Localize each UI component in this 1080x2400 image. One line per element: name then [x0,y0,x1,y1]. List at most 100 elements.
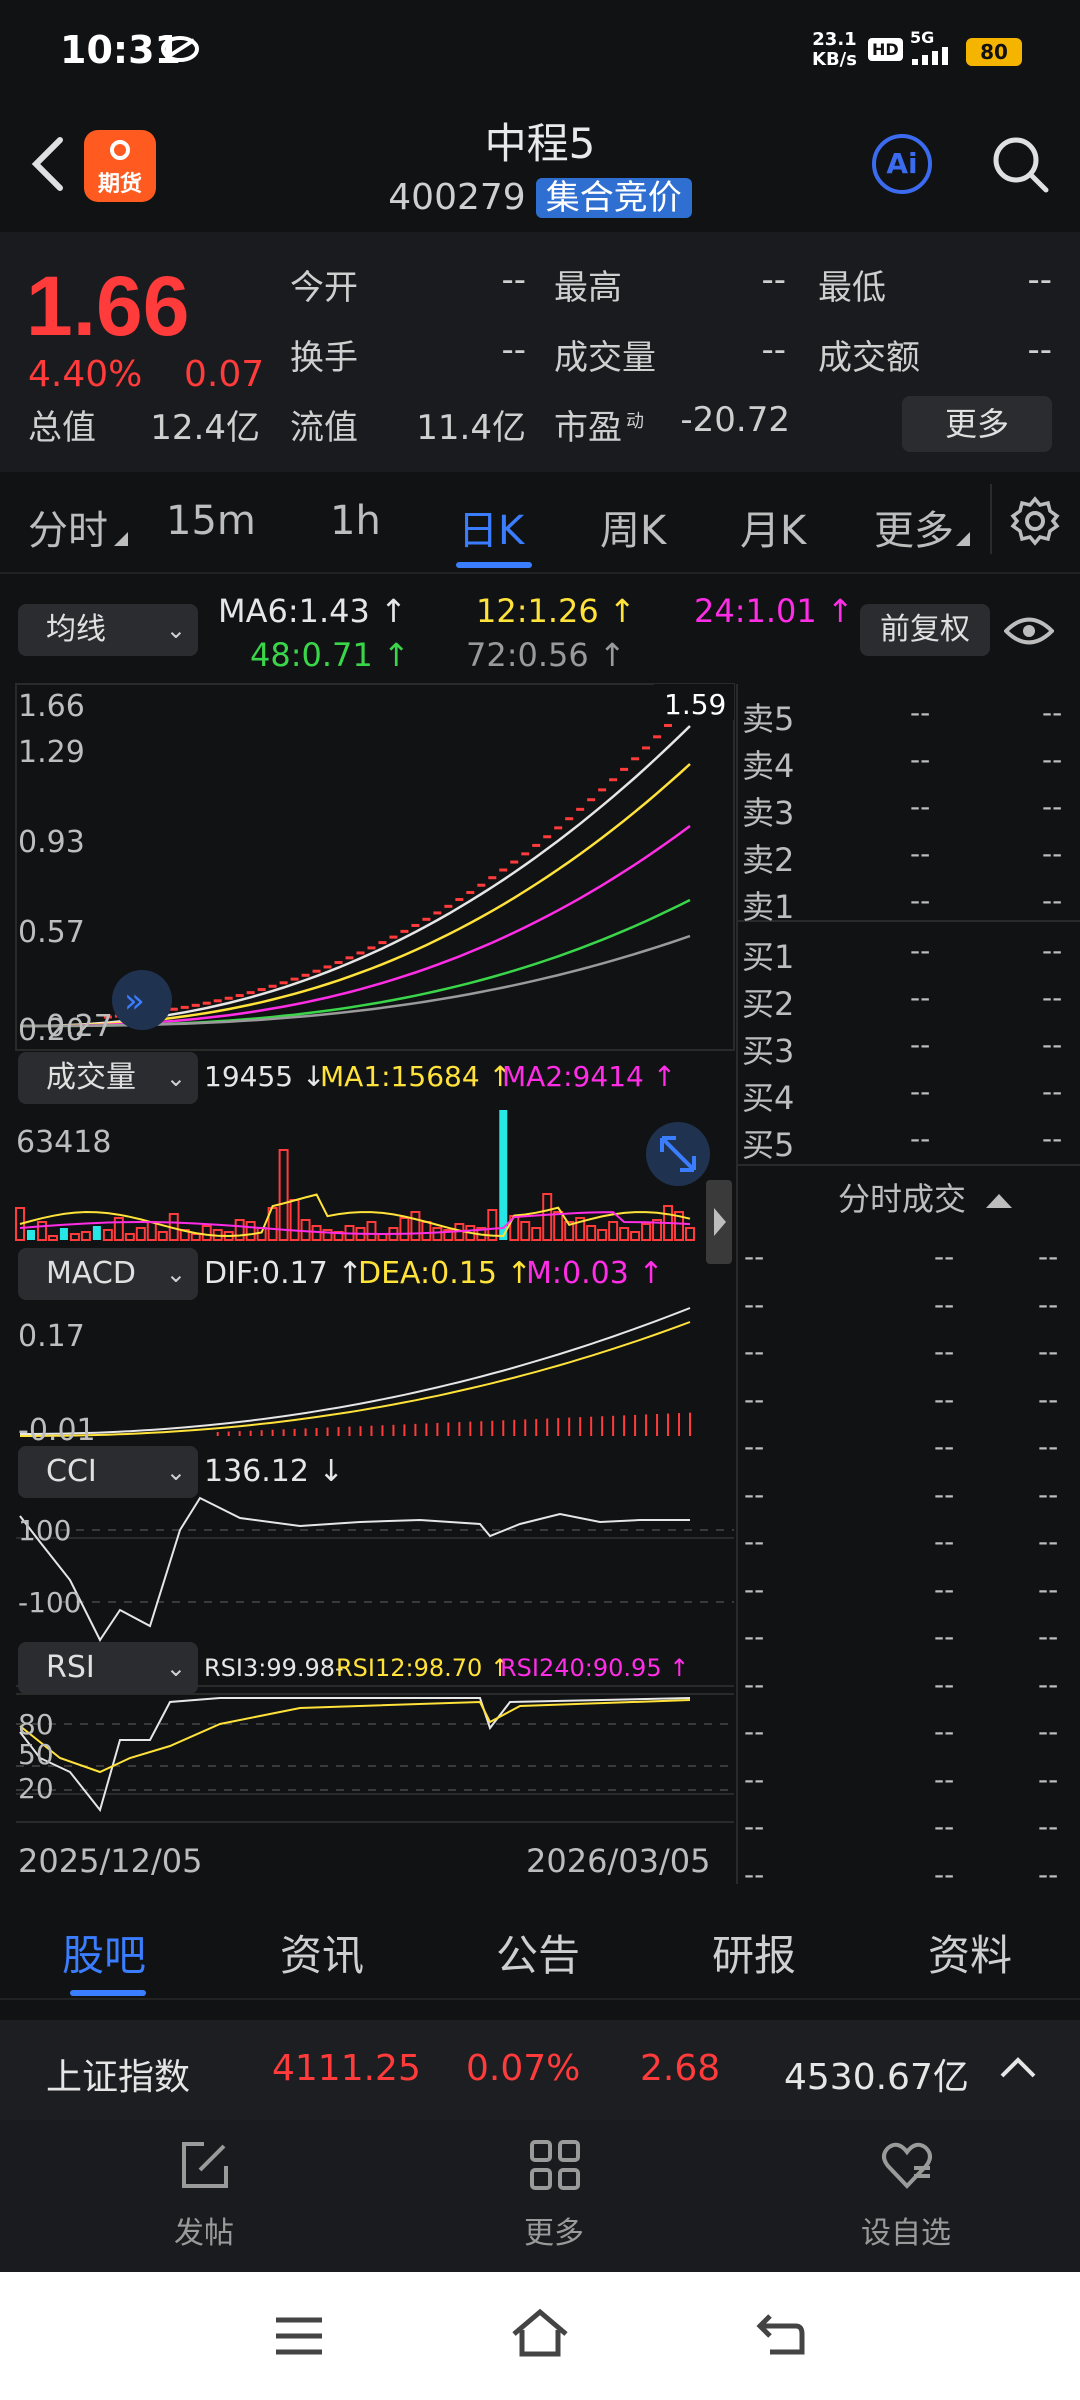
date-start: 2025/12/05 [18,1842,202,1880]
ma12-value: 12:1.26 ↑ [476,592,636,630]
expand-chart-button[interactable] [646,1122,710,1186]
trade-time: -- [744,1382,765,1416]
trade-price: -- [934,1287,955,1321]
menu-icon[interactable] [274,2316,324,2356]
index-ticker[interactable]: 上证指数 4111.25 0.07% 2.68 4530.67亿 [0,2020,1080,2120]
indicator-selector-volume[interactable]: 成交量 ⌄ [18,1052,198,1104]
system-nav-bar [0,2272,1080,2400]
bid-level-row[interactable]: 买1 -- -- [738,932,1080,976]
tab-1h[interactable]: 1h [330,498,381,544]
tab-more[interactable]: 更多 [874,498,954,556]
level-price: -- [910,981,931,1014]
chevron-up-icon[interactable] [1000,2056,1036,2078]
float-value: 11.4亿 [416,408,526,448]
tab-monthly-k[interactable]: 月K [740,498,806,556]
volume-bar [59,1228,68,1240]
volume-bar [553,1211,564,1241]
bid-level-row[interactable]: 买4 -- -- [738,1073,1080,1117]
trade-price: -- [934,1810,955,1843]
volume-bar [69,1233,80,1241]
price-adjust-button[interactable]: 前复权 [860,604,990,656]
cci-line [19,1496,690,1642]
volume-moving-averages [19,1193,691,1238]
ask-level-row[interactable]: 卖1 -- -- [738,882,1080,926]
tab-weekly-k[interactable]: 周K [600,498,666,556]
trade-volume: -- [1038,1287,1059,1321]
side-collapse-handle[interactable] [706,1180,732,1264]
cci-y-label-neg100: -100 [18,1586,82,1619]
bid-level-row[interactable]: 买3 -- -- [738,1026,1080,1070]
trade-row: -- -- -- [738,1525,1080,1565]
indicator-selector-macd[interactable]: MACD ⌄ [18,1248,198,1300]
float-value-label: 流值 [290,408,358,448]
tab-intraday[interactable]: 分时 [28,498,108,556]
dropdown-corner-icon [114,532,128,546]
volume-y-label: 63418 [16,1125,111,1160]
trade-time: -- [744,1762,765,1796]
tab-profile[interactable]: 资料 [928,1922,1012,1983]
eye-icon[interactable] [1004,614,1054,648]
trade-price: -- [934,1240,955,1273]
indicator-selector-rsi[interactable]: RSI ⌄ [18,1642,198,1694]
ma72-value: 72:0.56 ↑ [466,636,626,674]
ask-level-row[interactable]: 卖2 -- -- [738,835,1080,879]
volume-bar [92,1226,101,1240]
ask-level-row[interactable]: 卖5 -- -- [738,694,1080,738]
bid-level-row[interactable]: 买2 -- -- [738,979,1080,1023]
search-icon[interactable] [990,134,1050,194]
macd-dif: DIF:0.17 ↑ [204,1256,363,1291]
double-chevron-right-icon: » [124,981,145,1021]
trade-time: -- [744,1335,765,1368]
macd-dif-line [20,1307,691,1435]
home-icon[interactable] [510,2308,570,2360]
trade-row: -- -- -- [738,1715,1080,1755]
trade-row: -- -- -- [738,1620,1080,1660]
heart-plus-icon [882,2142,932,2189]
tab-announcements[interactable]: 公告 [496,1922,580,1983]
tab-forum[interactable]: 股吧 [62,1922,146,1983]
ai-assistant-button[interactable]: Ai [872,134,932,194]
tab-daily-k[interactable]: 日K [458,498,524,556]
volume-bar [80,1231,91,1241]
volume-bar [366,1221,377,1241]
indicator-selector-cci[interactable]: CCI ⌄ [18,1446,198,1498]
gear-icon[interactable] [1010,496,1060,546]
ask-level-row[interactable]: 卖3 -- -- [738,788,1080,832]
more-quote-button[interactable]: 更多 [902,396,1052,452]
amount-value: -- [1027,330,1052,370]
volume-bar [289,1199,300,1241]
volume-bar [399,1217,410,1241]
triangle-up-icon [986,1194,1013,1208]
tab-15m[interactable]: 15m [166,498,256,544]
trade-price: -- [934,1382,955,1416]
trade-time: -- [744,1715,765,1748]
macd-lines [20,1307,691,1437]
ask-level-row[interactable]: 卖4 -- -- [738,741,1080,785]
more-actions-button[interactable]: 更多 [484,2138,624,2258]
date-end: 2026/03/05 [526,1842,710,1880]
level-volume: -- [1042,1028,1063,1061]
add-watchlist-button[interactable]: 设自选 [836,2138,976,2258]
time-sales-title[interactable]: 分时成交 [838,1174,1013,1220]
trade-time: -- [744,1857,765,1891]
volume-bar [36,1221,47,1241]
back-nav-icon[interactable] [756,2312,806,2356]
trade-time: -- [744,1667,765,1701]
macd-dea: DEA:0.15 ↑ [358,1256,532,1291]
volume-bar [300,1219,311,1241]
volume-bar [520,1221,531,1241]
post-button[interactable]: 发帖 [134,2138,274,2258]
trade-row: -- -- -- [738,1240,1080,1280]
tab-research[interactable]: 研报 [712,1922,796,1983]
indicator-selector-ma[interactable]: 均线 ⌄ [18,604,198,656]
kline-high-mark: 1.59 [664,688,726,721]
scroll-left-button[interactable]: » [112,970,172,1030]
volume-bar [47,1235,58,1241]
trade-price: -- [934,1525,955,1558]
trade-time: -- [744,1810,765,1843]
tab-news[interactable]: 资讯 [280,1922,364,1983]
signal-indicator: 5G [910,28,954,69]
macd-y-label-min: -0.01 [18,1413,96,1448]
bid-level-row[interactable]: 买5 -- -- [738,1120,1080,1164]
volume-bar [135,1227,146,1241]
